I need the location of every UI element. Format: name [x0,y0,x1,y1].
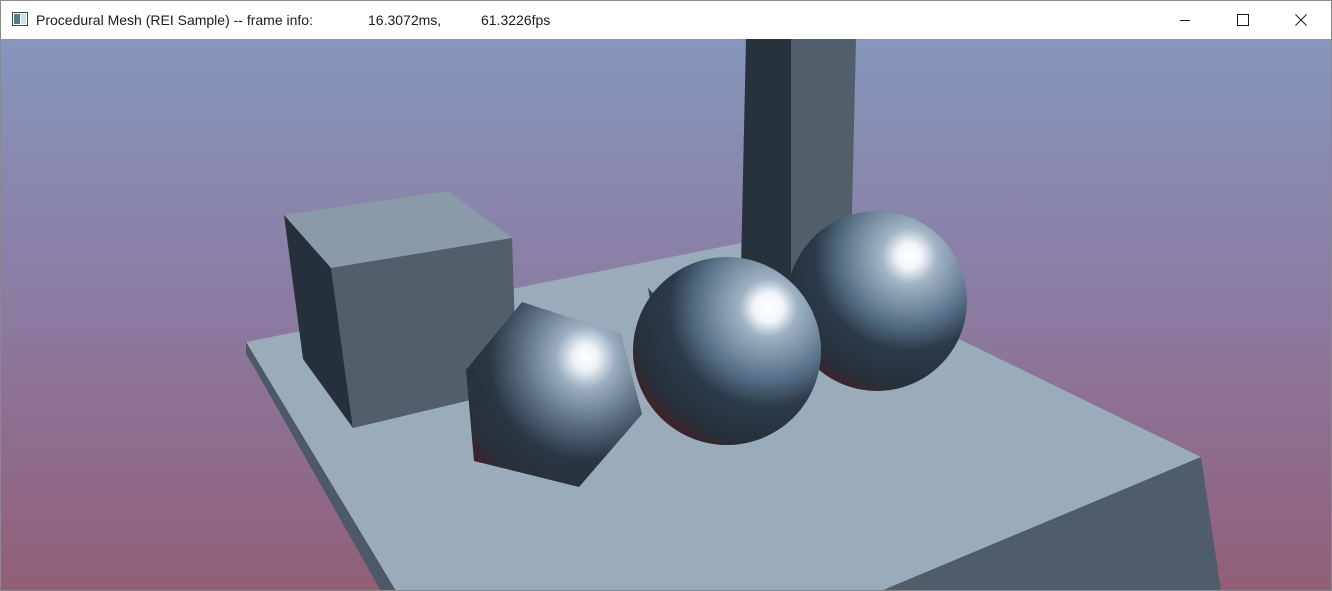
maximize-icon [1237,14,1249,26]
sphere-front [633,257,821,445]
close-icon [1295,14,1307,26]
frame-time-ms: 16.3072ms, [368,12,442,28]
window-title: Procedural Mesh (REI Sample) -- frame in… [36,12,313,28]
minimize-icon [1180,20,1190,21]
minimize-button[interactable] [1156,1,1214,39]
maximize-button[interactable] [1214,1,1272,39]
app-icon [12,12,28,26]
app-window: Procedural Mesh (REI Sample) -- frame in… [0,0,1332,591]
frame-rate-fps: 61.3226fps [481,12,551,28]
title-bar[interactable]: Procedural Mesh (REI Sample) -- frame in… [1,1,1331,39]
render-viewport[interactable] [1,39,1331,590]
close-button[interactable] [1272,1,1330,39]
